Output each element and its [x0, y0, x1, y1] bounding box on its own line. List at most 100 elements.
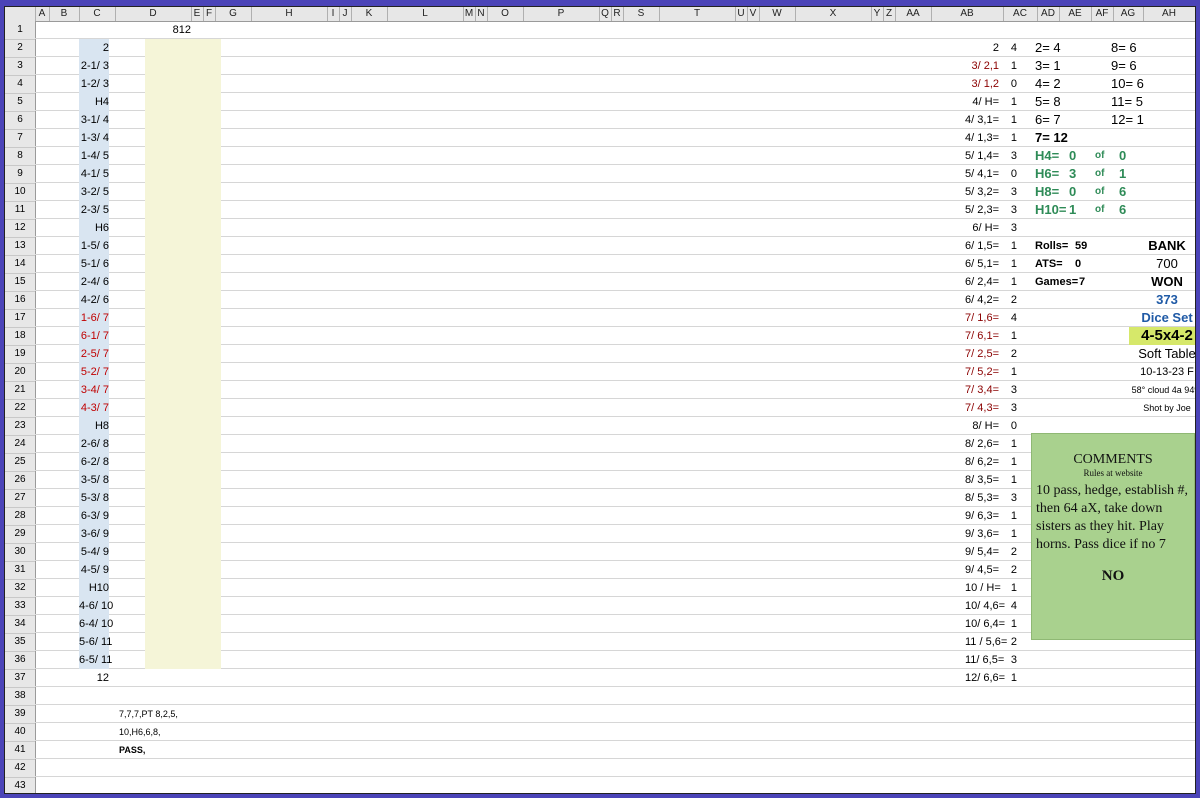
corner-select-all[interactable] — [5, 7, 36, 21]
summary-label[interactable]: 10/ 6,4= — [965, 615, 1005, 633]
row-header[interactable]: 36 — [5, 651, 35, 670]
summary-count[interactable]: 4 — [999, 597, 1017, 615]
summary-count[interactable]: 4 — [999, 39, 1017, 57]
summary-count[interactable]: 1 — [999, 669, 1017, 687]
summary-label[interactable]: 10/ 4,6= — [965, 597, 1005, 615]
total-a[interactable]: 5= 8 — [1035, 93, 1075, 111]
row-header[interactable]: 37 — [5, 669, 35, 688]
summary-label[interactable]: 9/ 4,5= — [965, 561, 999, 579]
summary-label[interactable]: 7/ 1,6= — [965, 309, 999, 327]
combo-cell[interactable]: 6-3/ 9 — [79, 507, 109, 525]
row-header[interactable]: 23 — [5, 417, 35, 436]
combo-cell[interactable]: 4-5/ 9 — [79, 561, 109, 579]
roll-notes-line[interactable]: 10,H6,6,8, — [119, 723, 219, 741]
summary-label[interactable]: 4/ 3,1= — [965, 111, 999, 129]
summary-label[interactable]: 6/ 2,4= — [965, 273, 999, 291]
summary-label[interactable]: 11/ 6,5= — [965, 651, 1004, 669]
row-header[interactable]: 40 — [5, 723, 35, 742]
row-header[interactable]: 41 — [5, 741, 35, 760]
summary-count[interactable]: 3 — [999, 399, 1017, 417]
col-header-ae[interactable]: AE — [1059, 7, 1092, 21]
row-header[interactable]: 19 — [5, 345, 35, 364]
summary-label[interactable]: 4/ H= — [965, 93, 999, 111]
summary-count[interactable]: 3 — [999, 183, 1017, 201]
total-b[interactable]: 11= 5 — [1111, 93, 1151, 111]
combo-cell[interactable]: 5-6/ 11 — [79, 633, 112, 651]
col-header-a[interactable]: A — [35, 7, 50, 21]
summary-count[interactable]: 2 — [999, 291, 1017, 309]
hard-value[interactable]: 0 — [1069, 147, 1085, 165]
summary-label[interactable]: 12/ 6,6= — [965, 669, 1005, 687]
row-header[interactable]: 17 — [5, 309, 35, 328]
summary-label[interactable]: 5/ 1,4= — [965, 147, 999, 165]
summary-label[interactable]: 8/ 2,6= — [965, 435, 999, 453]
combo-cell[interactable]: H4 — [79, 93, 109, 111]
col-header-x[interactable]: X — [795, 7, 872, 21]
row-header[interactable]: 6 — [5, 111, 35, 130]
combo-cell[interactable]: 5-2/ 7 — [79, 363, 109, 381]
summary-count[interactable]: 1 — [999, 111, 1017, 129]
combo-cell[interactable]: 3-5/ 8 — [79, 471, 109, 489]
row-header[interactable]: 24 — [5, 435, 35, 454]
hard-label[interactable]: H8= — [1035, 183, 1069, 201]
summary-count[interactable]: 1 — [999, 435, 1017, 453]
summary-label[interactable]: 5/ 2,3= — [965, 201, 999, 219]
summary-count[interactable]: 2 — [999, 633, 1017, 651]
row-header[interactable]: 14 — [5, 255, 35, 274]
cell-grid[interactable]: 812 2 2-1/ 3 1-2/ 3 H4 3-1/ 4 1-3/ 4 1-4… — [35, 21, 1195, 793]
combo-cell[interactable]: 2-3/ 5 — [79, 201, 109, 219]
combo-cell[interactable]: 1-2/ 3 — [79, 75, 109, 93]
total-a[interactable]: 4= 2 — [1035, 75, 1075, 93]
summary-count[interactable]: 1 — [999, 273, 1017, 291]
row-header[interactable]: 20 — [5, 363, 35, 382]
summary-count[interactable]: 1 — [999, 255, 1017, 273]
col-header-d[interactable]: D — [115, 7, 192, 21]
summary-label[interactable]: 4/ 1,3= — [965, 129, 999, 147]
row-header[interactable]: 21 — [5, 381, 35, 400]
won-value[interactable]: 373 — [1139, 291, 1195, 309]
rolls-value[interactable]: 59 — [1075, 237, 1095, 255]
hard-label[interactable]: H6= — [1035, 165, 1069, 183]
summary-count[interactable]: 0 — [999, 417, 1017, 435]
total-b[interactable]: 8= 6 — [1111, 39, 1151, 57]
summary-count[interactable]: 2 — [999, 345, 1017, 363]
combo-cell[interactable]: 1-5/ 6 — [79, 237, 109, 255]
col-header-l[interactable]: L — [387, 7, 464, 21]
summary-count[interactable]: 1 — [999, 453, 1017, 471]
summary-label[interactable]: 6/ 5,1= — [965, 255, 999, 273]
summary-label[interactable]: 7/ 3,4= — [965, 381, 999, 399]
summary-count[interactable]: 3 — [999, 147, 1017, 165]
total-b[interactable]: 12= 1 — [1111, 111, 1151, 129]
summary-label[interactable]: 8/ 6,2= — [965, 453, 999, 471]
combo-cell[interactable]: 2-4/ 6 — [79, 273, 109, 291]
summary-label[interactable]: 3/ 1,2 — [965, 75, 999, 93]
summary-count[interactable]: 1 — [999, 93, 1017, 111]
summary-count[interactable]: 2 — [999, 561, 1017, 579]
col-header-ab[interactable]: AB — [931, 7, 1004, 21]
bank-label[interactable]: BANK — [1139, 237, 1195, 255]
summary-label[interactable]: 5/ 4,1= — [965, 165, 999, 183]
row-header[interactable]: 9 — [5, 165, 35, 184]
row-header[interactable]: 1 — [5, 21, 35, 40]
total-a[interactable]: 2= 4 — [1035, 39, 1075, 57]
total-a[interactable]: 3= 1 — [1035, 57, 1075, 75]
combo-cell[interactable]: 6-1/ 7 — [79, 327, 109, 345]
combo-cell[interactable]: 1-6/ 7 — [79, 309, 109, 327]
summary-label[interactable]: 10 / H= — [965, 579, 1001, 597]
col-header-ad[interactable]: AD — [1037, 7, 1060, 21]
row-header[interactable]: 12 — [5, 219, 35, 238]
row-header[interactable]: 10 — [5, 183, 35, 202]
row-header[interactable]: 5 — [5, 93, 35, 112]
summary-count[interactable]: 1 — [999, 507, 1017, 525]
combo-cell[interactable]: 4-2/ 6 — [79, 291, 109, 309]
summary-label[interactable]: 2 — [965, 39, 999, 57]
combo-cell[interactable]: 1-4/ 5 — [79, 147, 109, 165]
summary-count[interactable]: 3 — [999, 219, 1017, 237]
col-header-k[interactable]: K — [351, 7, 388, 21]
col-header-b[interactable]: B — [49, 7, 80, 21]
summary-label[interactable]: 8/ 5,3= — [965, 489, 999, 507]
hard-label[interactable]: H4= — [1035, 147, 1069, 165]
summary-label[interactable]: 9/ 3,6= — [965, 525, 999, 543]
summary-count[interactable]: 1 — [999, 579, 1017, 597]
combo-cell[interactable]: 12 — [79, 669, 109, 687]
